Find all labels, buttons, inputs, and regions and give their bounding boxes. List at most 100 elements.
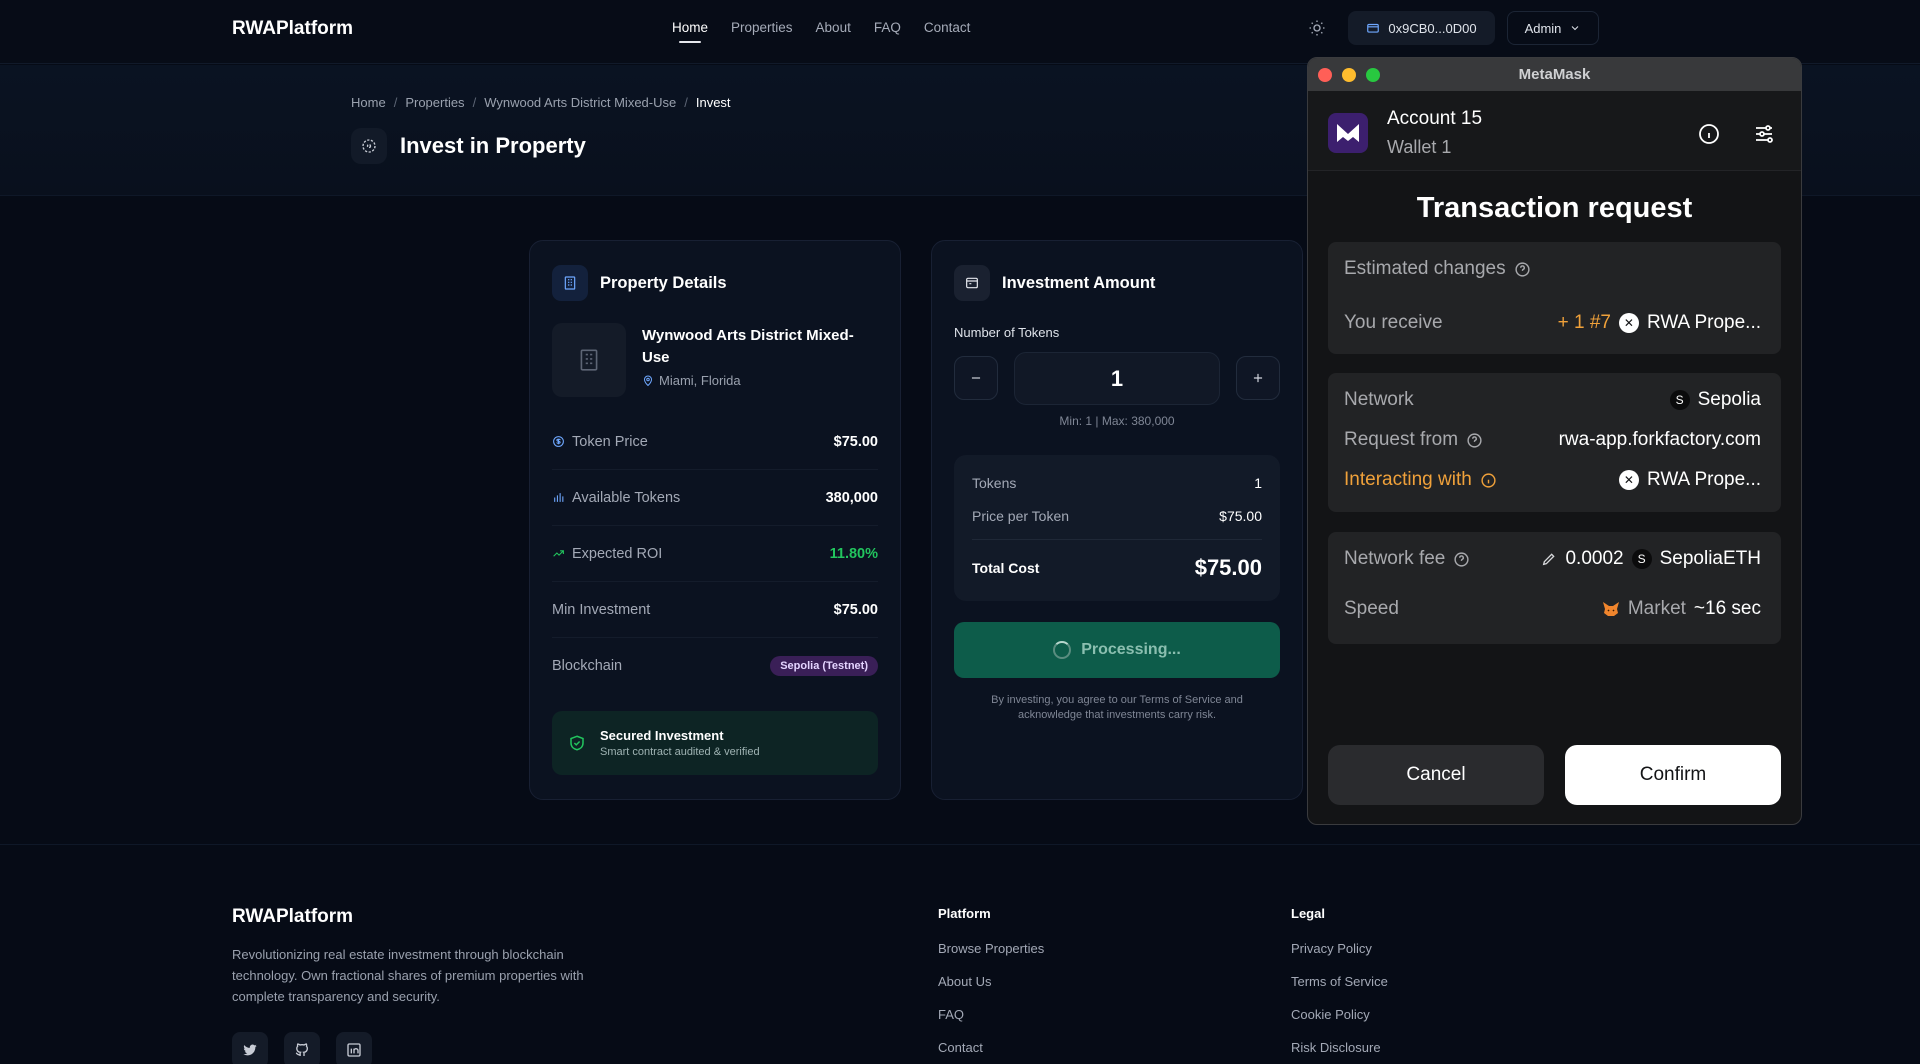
dollar-icon [553,436,564,447]
property-details-card: Property Details Wynwood Arts District M… [529,240,901,800]
footer-link-faq[interactable]: FAQ [938,1007,964,1022]
wallet-icon [1367,23,1380,33]
top-navbar: RWAPlatform Home Properties About FAQ Co… [0,0,1920,64]
linkedin-icon[interactable] [336,1032,372,1064]
brand-logo[interactable]: RWAPlatform [232,18,353,40]
increment-button[interactable] [1236,356,1280,400]
chevron-down-icon [1572,26,1579,31]
footer-link-terms[interactable]: Terms of Service [1291,974,1388,989]
breadcrumb-property[interactable]: Wynwood Arts District Mixed-Use [484,95,676,110]
metamask-titlebar: MetaMask [1308,58,1801,91]
property-thumbnail [552,323,626,397]
map-pin-icon [643,375,653,386]
investment-amount-card: Investment Amount Number of Tokens 1 Min… [931,240,1303,800]
edit-pencil-icon[interactable] [1541,551,1557,567]
network-fee-box: Network fee 0.0002 S SepoliaETH Speed Ma… [1328,532,1781,644]
footer-link-about[interactable]: About Us [938,974,991,989]
nft-token-icon: ✕ [1618,313,1639,333]
available-tokens-value: 380,000 [825,489,878,506]
info-icon[interactable] [1697,122,1721,146]
breadcrumb-properties[interactable]: Properties [405,95,464,110]
token-price-row: Token Price $75.00 [552,414,878,470]
breadcrumb-home[interactable]: Home [351,95,386,110]
footer-divider [0,844,1920,845]
property-name: Wynwood Arts District Mixed-Use [642,327,854,366]
cost-summary: Tokens 1 Price per Token $75.00 Total Cost… [954,455,1280,601]
account-avatar[interactable] [1328,113,1368,153]
footer-link-browse[interactable]: Browse Properties [938,941,1044,956]
fee-currency: SepoliaETH [1659,548,1761,569]
github-icon[interactable] [284,1032,320,1064]
sepolia-network-icon: S [1669,390,1690,410]
breadcrumb-current: Invest [695,95,731,110]
metamask-account-header: Account 15 Wallet 1 [1308,91,1801,171]
speed-row: Speed Market ~16 sec [1344,598,1761,619]
cancel-button[interactable]: Cancel [1328,745,1544,805]
available-tokens-row: Available Tokens 380,000 [552,470,878,526]
footer-link-cookie[interactable]: Cookie Policy [1291,1007,1370,1022]
interacting-with-row: Interacting with ✕ RWA Prope... [1344,469,1761,490]
calculator-icon [954,265,990,301]
nav-link-about[interactable]: About [816,20,851,35]
breadcrumb: Home / Properties / Wynwood Arts Distric… [351,95,731,110]
theme-toggle-sun-icon[interactable] [1308,19,1326,37]
breadcrumb-separator: / [472,95,477,110]
fox-icon [1602,602,1619,616]
blockchain-row: Blockchain Sepolia (Testnet) [552,638,878,694]
help-icon[interactable] [1453,551,1470,568]
warning-info-icon[interactable] [1480,472,1497,489]
spinner-icon [1053,641,1072,659]
footer-link-contact[interactable]: Contact [938,1040,983,1055]
building-icon [552,265,588,301]
breadcrumb-separator: / [393,95,398,110]
fee-amount: 0.0002 [1565,548,1624,569]
footer-legal-title: Legal [1291,906,1325,921]
confirm-button[interactable]: Confirm [1565,745,1781,805]
window-close-button[interactable] [1318,68,1332,82]
footer-link-privacy[interactable]: Privacy Policy [1291,941,1372,956]
decrement-button[interactable] [954,356,998,400]
expected-roi-value: 11.80% [829,545,878,562]
min-investment-row: Min Investment $75.00 [552,582,878,638]
estimated-changes-row: Estimated changes [1344,258,1761,280]
bar-chart-icon [554,493,564,502]
token-quantity-input[interactable]: 1 [1014,352,1220,405]
admin-menu-button[interactable]: Admin [1507,11,1599,45]
metamask-popup: MetaMask Account 15 Wallet 1 Transaction… [1307,57,1802,825]
twitter-icon[interactable] [232,1032,268,1064]
request-origin: rwa-app.forkfactory.com [1558,429,1761,450]
help-icon[interactable] [1514,261,1531,278]
nav-link-properties[interactable]: Properties [731,20,793,35]
min-investment-value: $75.00 [833,601,878,618]
processing-button[interactable]: Processing... [954,622,1280,678]
footer-description: Revolutionizing real estate investment t… [232,947,584,1004]
estimated-changes-box: Estimated changes You receive + 1 #7 ✕ R… [1328,242,1781,354]
help-icon[interactable] [1466,432,1483,449]
account-name[interactable]: Account 15 [1387,108,1482,130]
footer-brand: RWAPlatform [232,906,354,927]
total-cost-value: $75.00 [1194,555,1262,580]
nav-link-home[interactable]: Home [672,20,708,43]
property-details-title: Property Details [600,273,727,292]
request-from-row: Request from rwa-app.forkfactory.com [1344,429,1761,450]
window-maximize-button[interactable] [1366,68,1380,82]
you-receive-row: You receive + 1 #7 ✕ RWA Prope... [1344,312,1761,333]
nav-link-faq[interactable]: FAQ [874,20,901,35]
network-row: Network S Sepolia [1344,389,1761,410]
nav-link-contact[interactable]: Contact [924,20,971,35]
secured-title: Secured Investment [600,728,724,743]
expected-roi-row: Expected ROI 11.80% [552,526,878,582]
breadcrumb-separator: / [684,95,688,110]
wallet-address-button[interactable]: 0x9CB0...0D00 [1348,11,1495,45]
summary-divider [972,539,1262,540]
network-fee-row: Network fee 0.0002 S SepoliaETH [1344,548,1761,569]
settings-sliders-icon[interactable] [1752,122,1776,146]
invest-icon [351,128,387,164]
building-placeholder-icon [580,349,598,371]
speed-label-value: Market [1627,598,1686,619]
window-minimize-button[interactable] [1342,68,1356,82]
trending-up-icon [553,550,564,557]
investment-amount-title: Investment Amount [1002,273,1156,292]
token-price-value: $75.00 [833,433,878,450]
footer-link-risk[interactable]: Risk Disclosure [1291,1040,1381,1055]
